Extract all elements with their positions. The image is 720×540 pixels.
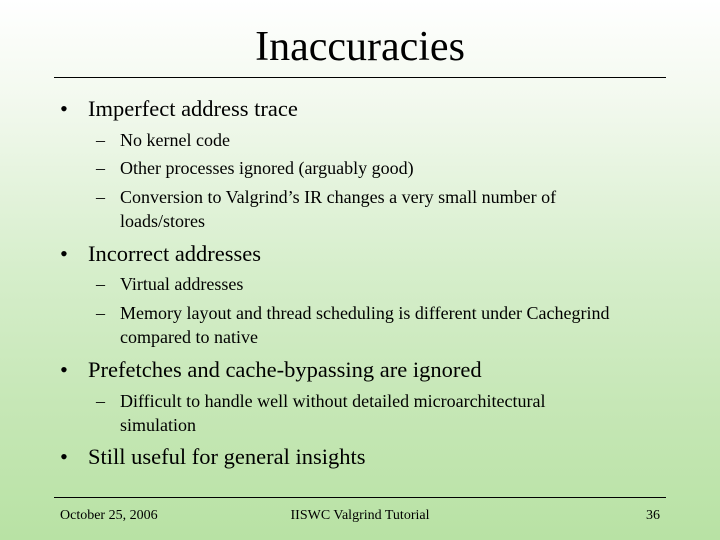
- page-number: 36: [646, 508, 660, 523]
- sub-text: No kernel code: [120, 130, 230, 150]
- bullet-text: Prefetches and cache-bypassing are ignor…: [88, 357, 482, 382]
- bullet-icon: •: [60, 357, 68, 382]
- sub-text: Virtual addresses: [120, 274, 244, 294]
- dash-icon: –: [96, 130, 105, 150]
- sub-text: Memory layout and thread scheduling is d…: [120, 303, 610, 347]
- dash-icon: –: [96, 274, 105, 294]
- bullet-text: Incorrect addresses: [88, 241, 262, 266]
- bullet-icon: •: [60, 96, 68, 121]
- sub-text: Other processes ignored (arguably good): [120, 158, 414, 178]
- sub-text: Conversion to Valgrind’s IR changes a ve…: [120, 187, 557, 231]
- title-divider: [54, 77, 666, 78]
- bullet-icon: •: [60, 241, 68, 266]
- footer-event: IISWC Valgrind Tutorial: [290, 508, 430, 523]
- footer-divider: [54, 497, 666, 498]
- bullet-text: Imperfect address trace: [88, 96, 298, 121]
- bullet-icon: •: [60, 444, 68, 469]
- slide-title: Inaccuracies: [255, 24, 465, 70]
- sub-text: Difficult to handle well without detaile…: [120, 391, 546, 435]
- dash-icon: –: [96, 303, 105, 323]
- dash-icon: –: [96, 391, 105, 411]
- dash-icon: –: [96, 187, 105, 207]
- bullet-text: Still useful for general insights: [88, 444, 366, 469]
- dash-icon: –: [96, 158, 105, 178]
